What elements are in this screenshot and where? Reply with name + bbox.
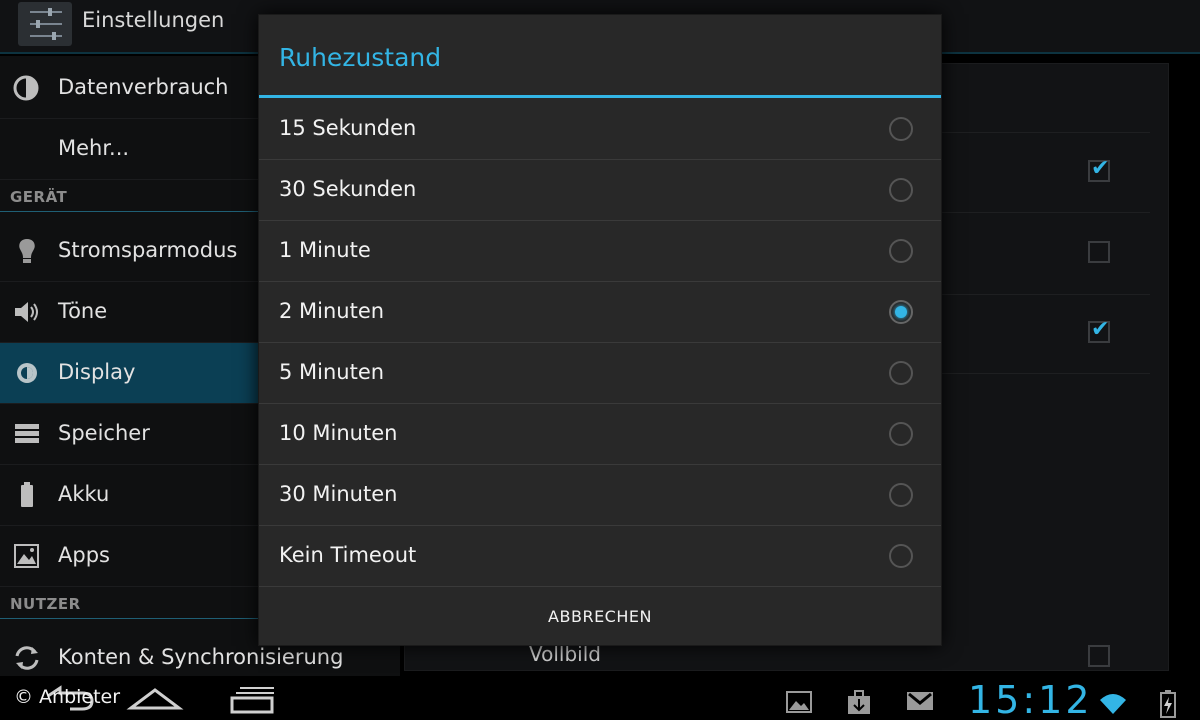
battery-charging-icon[interactable] bbox=[1158, 690, 1178, 718]
timeout-option[interactable]: 30 Sekunden bbox=[259, 160, 941, 221]
settings-item-label: Töne bbox=[58, 299, 108, 323]
settings-item-label: Konten & Synchronisierung bbox=[58, 645, 344, 669]
timeout-option-label: 1 Minute bbox=[279, 238, 371, 262]
credit-text: © Anbieter bbox=[14, 686, 121, 708]
timeout-option-label: Kein Timeout bbox=[279, 543, 417, 567]
radio-unselected-icon[interactable] bbox=[889, 239, 913, 263]
checkbox[interactable] bbox=[1088, 156, 1110, 182]
sleep-timeout-dialog: Ruhezustand 15 Sekunden 30 Sekunden 1 Minu… bbox=[258, 14, 942, 646]
settings-sliders-icon[interactable] bbox=[18, 2, 72, 46]
fullscreen-checkbox[interactable] bbox=[1088, 645, 1110, 667]
timeout-option-label: 10 Minuten bbox=[279, 421, 398, 445]
app-title: Einstellungen bbox=[82, 8, 225, 32]
brightness-icon bbox=[17, 363, 37, 383]
radio-unselected-icon[interactable] bbox=[889, 117, 913, 141]
dialog-footer: ABBRECHEN bbox=[259, 586, 941, 646]
clock: 15:12 bbox=[968, 678, 1093, 720]
radio-unselected-icon[interactable] bbox=[889, 361, 913, 385]
timeout-option-label: 30 Sekunden bbox=[279, 177, 417, 201]
settings-item-label: Display bbox=[58, 360, 136, 384]
settings-item-label: Mehr... bbox=[58, 136, 130, 160]
radio-selected-icon[interactable] bbox=[889, 300, 913, 324]
timeout-option[interactable]: 5 Minuten bbox=[259, 343, 941, 404]
radio-unselected-icon[interactable] bbox=[889, 544, 913, 568]
storage-icon bbox=[15, 424, 39, 443]
data-usage-icon bbox=[13, 75, 39, 101]
section-header-label: GERÄT bbox=[10, 188, 68, 206]
timeout-option[interactable]: 15 Sekunden bbox=[259, 99, 941, 160]
timeout-option[interactable]: 10 Minuten bbox=[259, 404, 941, 465]
radio-unselected-icon[interactable] bbox=[889, 422, 913, 446]
timeout-option[interactable]: 30 Minuten bbox=[259, 465, 941, 526]
timeout-option-label: 5 Minuten bbox=[279, 360, 385, 384]
timeout-option[interactable]: 1 Minute bbox=[259, 221, 941, 282]
radio-unselected-icon[interactable] bbox=[889, 483, 913, 507]
download-icon[interactable] bbox=[846, 690, 872, 716]
timeout-option-label: 15 Sekunden bbox=[279, 116, 417, 140]
timeout-option[interactable]: 2 Minuten bbox=[259, 282, 941, 343]
battery-icon bbox=[21, 482, 33, 507]
section-header-label: NUTZER bbox=[10, 595, 81, 613]
settings-item-label: Stromsparmodus bbox=[58, 238, 238, 262]
settings-item-label: Datenverbrauch bbox=[58, 75, 229, 99]
timeout-option-label: 30 Minuten bbox=[279, 482, 398, 506]
dialog-title: Ruhezustand bbox=[279, 43, 442, 72]
speaker-icon bbox=[15, 302, 38, 322]
home-icon[interactable] bbox=[125, 684, 185, 712]
sync-icon bbox=[15, 646, 39, 670]
checkbox[interactable] bbox=[1088, 317, 1110, 343]
dialog-title-divider bbox=[259, 95, 941, 98]
apps-icon bbox=[14, 544, 39, 568]
wifi-icon[interactable] bbox=[1098, 690, 1128, 716]
cancel-button[interactable]: ABBRECHEN bbox=[259, 586, 941, 646]
settings-item-label: Apps bbox=[58, 543, 110, 567]
timeout-option[interactable]: Kein Timeout bbox=[259, 526, 941, 587]
radio-unselected-icon[interactable] bbox=[889, 178, 913, 202]
settings-item-label: Speicher bbox=[58, 421, 150, 445]
timeout-option-label: 2 Minuten bbox=[279, 299, 385, 323]
recent-apps-icon[interactable] bbox=[228, 684, 278, 716]
checkbox[interactable] bbox=[1088, 241, 1110, 263]
system-bar: © Anbieter 15:12 bbox=[0, 676, 1200, 720]
gallery-icon[interactable] bbox=[786, 690, 812, 714]
bulb-icon bbox=[19, 239, 35, 263]
gmail-icon[interactable] bbox=[906, 690, 934, 712]
settings-item-label: Akku bbox=[58, 482, 110, 506]
